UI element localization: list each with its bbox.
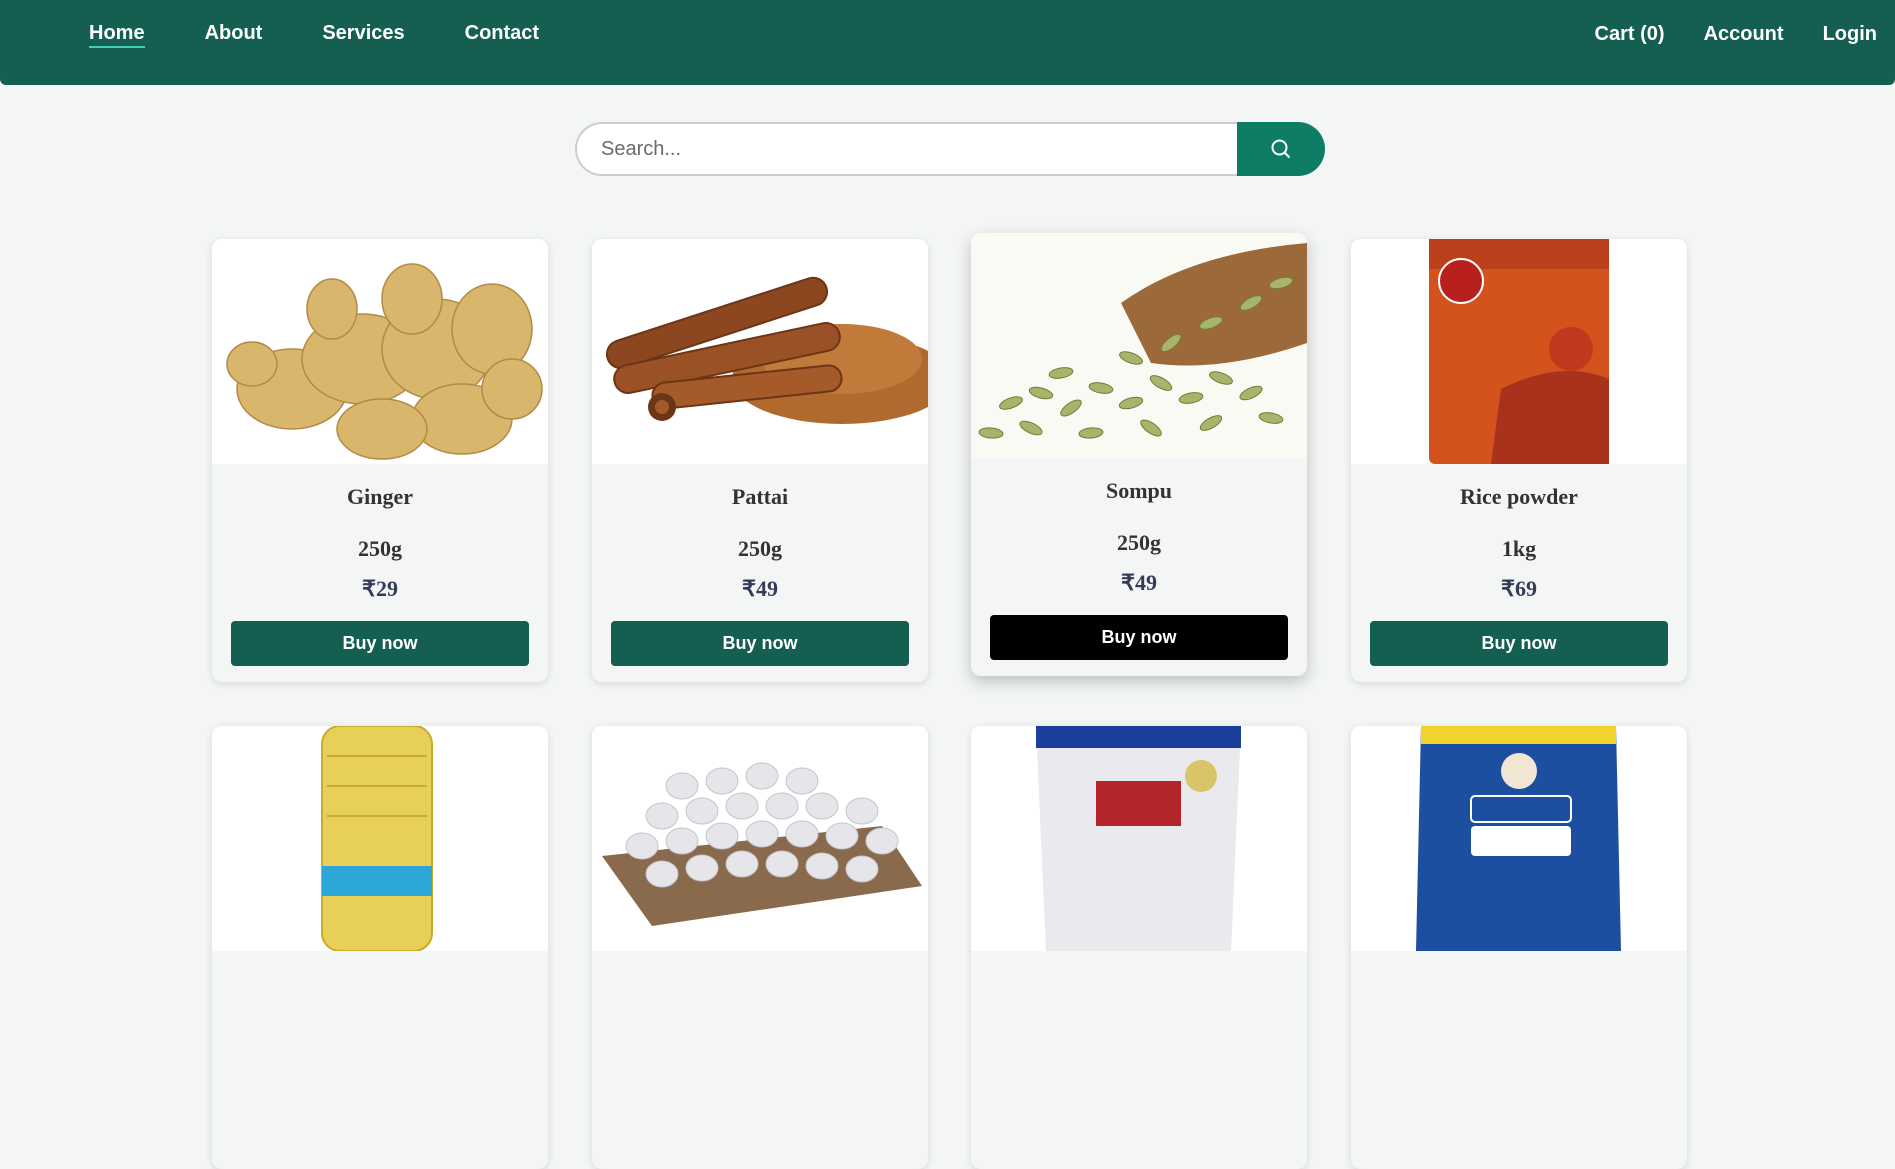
product-card-rice-powder: Rice powder 1kg ₹69 Buy now: [1351, 239, 1687, 682]
cinnamon-image: [592, 239, 928, 464]
product-name: Sompu: [1105, 478, 1173, 503]
search-input[interactable]: [575, 122, 1237, 176]
nav-cart[interactable]: Cart (0): [1595, 23, 1665, 46]
product-card-ginger: Ginger 250g ₹29 Buy now: [212, 239, 548, 682]
product-quantity: 250g: [738, 536, 782, 561]
top-navbar: Home About Services Contact Cart (0) Acc…: [0, 0, 1895, 85]
main-nav: Home About Services Contact: [89, 22, 599, 48]
nav-about[interactable]: About: [205, 22, 263, 48]
buy-now-button[interactable]: Buy now: [231, 621, 529, 666]
product-price: ₹69: [1501, 576, 1537, 601]
nav-home[interactable]: Home: [89, 22, 145, 48]
basmati-rice-pack-image: [971, 726, 1307, 951]
buy-now-button[interactable]: Buy now: [1370, 621, 1668, 666]
product-name: Ginger: [347, 484, 413, 509]
product-card-pattai: Pattai 250g ₹49 Buy now: [592, 239, 928, 682]
search-bar: [575, 122, 1325, 176]
product-quantity: 250g: [1117, 530, 1161, 555]
product-name: Rice powder: [1460, 484, 1578, 509]
rice-powder-pack-image: [1351, 239, 1687, 464]
eggs-tray-image: [592, 726, 928, 951]
product-card-eggs: [592, 726, 928, 1169]
fennel-image: [971, 233, 1307, 458]
product-card-basmati-rice: [971, 726, 1307, 1169]
product-card-oil: [212, 726, 548, 1169]
oats-pack-image: [1351, 726, 1687, 951]
nav-login[interactable]: Login: [1823, 23, 1877, 46]
ginger-image: [212, 239, 548, 464]
search-icon: [1271, 139, 1290, 158]
product-card-oats: [1351, 726, 1687, 1169]
product-price: ₹29: [362, 576, 398, 601]
product-price: ₹49: [1121, 570, 1157, 595]
product-name: Pattai: [731, 484, 789, 509]
buy-now-button[interactable]: Buy now: [990, 615, 1288, 660]
product-card-sompu: Sompu 250g ₹49 Buy now: [971, 233, 1307, 676]
nav-services[interactable]: Services: [322, 22, 404, 48]
product-quantity: 250g: [358, 536, 402, 561]
product-price: ₹49: [742, 576, 778, 601]
nav-account[interactable]: Account: [1704, 23, 1784, 46]
search-button[interactable]: [1237, 122, 1325, 176]
user-nav: Cart (0) Account Login: [1556, 23, 1877, 46]
oil-bottle-image: [212, 726, 548, 951]
product-quantity: 1kg: [1501, 536, 1537, 561]
buy-now-button[interactable]: Buy now: [611, 621, 909, 666]
nav-contact[interactable]: Contact: [465, 22, 539, 48]
